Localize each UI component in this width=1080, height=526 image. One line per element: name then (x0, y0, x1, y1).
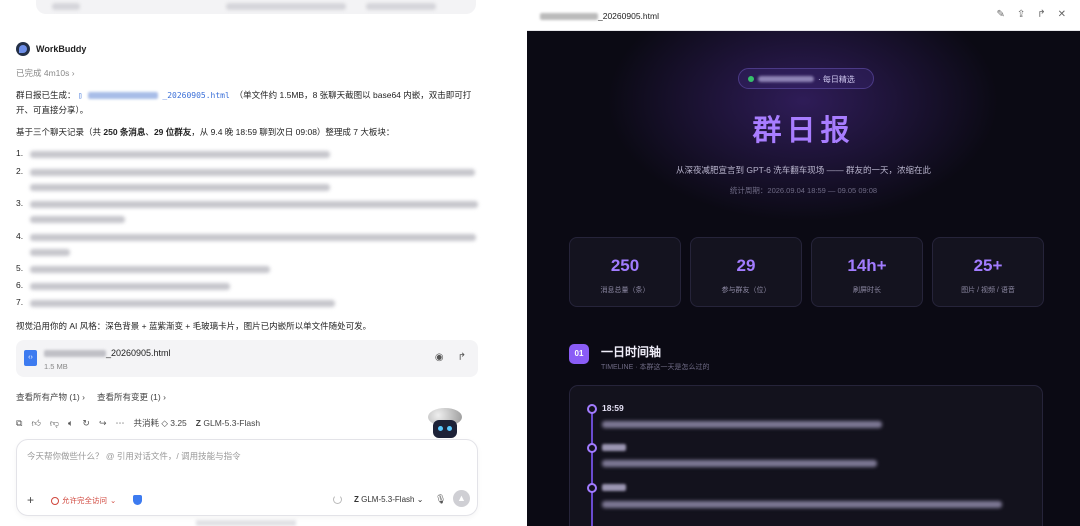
completion-status[interactable]: 已完成 4m10s › (16, 67, 75, 79)
timeline-desc-blurred (602, 501, 1002, 508)
upload-icon[interactable]: ⇪ (1017, 9, 1025, 20)
code-file-icon: ‹› (24, 350, 37, 366)
stat-card-messages: 250 消息总量（条） (569, 237, 681, 307)
redacted-filename (540, 13, 598, 21)
file-card-name: _20260905.html (44, 348, 171, 358)
zhipu-logo-icon: Z (195, 418, 201, 428)
section-title: 一日时间轴 (601, 345, 662, 359)
report-generated-text: 群日报已生成： ▯ _20260905.html （单文件约 1.5MB，8 张… (16, 90, 472, 115)
bot-name: WorkBuddy (36, 44, 87, 54)
thumbs-up-icon[interactable]: 👍︎ (31, 418, 40, 429)
report-period: 统计周期：2026.09.04 18:59 — 09.05 09:08 (729, 186, 878, 195)
preview-filename: _20260905.html (540, 11, 659, 21)
token-cost: 共消耗 ◇ 3.25 (133, 418, 187, 428)
timeline-desc-blurred (602, 460, 877, 467)
close-icon[interactable]: ✕ (1058, 9, 1066, 20)
chevron-right-icon: › (71, 68, 75, 78)
list-item: 3. (16, 198, 478, 223)
timeline-time-blurred (602, 484, 626, 491)
share-icon[interactable]: ↱ (458, 352, 466, 363)
timeline-line (591, 408, 593, 526)
loading-spinner-icon (333, 495, 342, 504)
view-artifacts-link[interactable]: 查看所有产物 (1) › (16, 391, 85, 403)
more-icon[interactable]: ⋯ (115, 418, 124, 429)
stat-card-members: 29 参与群友（位） (690, 237, 802, 307)
file-icon: ▯ (77, 91, 83, 100)
list-item: 4. (16, 231, 476, 256)
list-item: 6. (16, 280, 230, 290)
model-selector[interactable]: Z GLM-5.3-Flash ⌄ (354, 495, 423, 504)
previous-message-blurred (36, 0, 476, 14)
stat-card-media: 25+ 图片 / 视频 / 语音 (932, 237, 1044, 307)
list-item: 2. (16, 166, 475, 191)
shield-icon[interactable] (133, 495, 142, 505)
report-subtitle: 从深夜减肥宣言到 GPT-6 洗车翻车现场 —— 群友的一天，浓缩在此 (675, 165, 931, 175)
thumbs-down-icon[interactable]: 👎︎ (50, 418, 59, 429)
section-subtitle: TIMELINE · 本群这一天是怎么过的 (601, 364, 710, 371)
redacted-filename (44, 350, 106, 358)
edit-icon[interactable]: ✎ (996, 9, 1004, 20)
share-icon[interactable]: ↱ (1037, 9, 1045, 20)
preview-icon[interactable]: ◉ (435, 352, 444, 363)
timeline-card: 18:59 (569, 385, 1043, 526)
stat-card-duration: 14h+ 刷屏时长 (811, 237, 923, 307)
speaker-icon[interactable]: 🔈︎ (68, 418, 73, 429)
send-button[interactable]: ▲ (453, 490, 470, 507)
add-attachment-icon[interactable]: + (27, 493, 34, 507)
summary-text: 基于三个聊天记录（共 250 条消息、29 位群友，从 9.4 晚 18:59 … (16, 127, 395, 137)
chat-input-box[interactable]: 今天帮你做些什么？ @ 引用对话文件，/ 调用技能与指令 + 允许完全访问 ⌄ … (16, 439, 478, 516)
file-card-size: 1.5 MB (44, 362, 68, 371)
timeline-node (587, 443, 597, 453)
redacted-filename (87, 92, 158, 99)
footer-blurred (196, 520, 296, 526)
view-changes-link[interactable]: 查看所有变更 (1) › (97, 391, 166, 403)
chevron-down-icon: ⌄ (110, 496, 117, 505)
section-number-badge: 01 (569, 344, 589, 364)
forward-icon[interactable]: ↪ (99, 418, 107, 429)
report-preview: · 每日精选 群日报 从深夜减肥宣言到 GPT-6 洗车翻车现场 —— 群友的一… (527, 31, 1080, 526)
bot-header: WorkBuddy (16, 42, 86, 56)
preview-header: _20260905.html ✎ ⇪ ↱ ✕ (527, 0, 1080, 31)
refresh-icon[interactable]: ↻ (82, 418, 90, 429)
visual-style-note: 视觉沿用你的 AI 风格：深色背景 + 蓝紫渐变 + 毛玻璃卡片，图片已内嵌所以… (16, 321, 372, 331)
list-item: 1. (16, 148, 330, 158)
timeline-node (587, 404, 597, 414)
mascot-avatar (426, 408, 464, 440)
list-item: 5. (16, 263, 270, 273)
workbuddy-logo-icon (16, 42, 30, 56)
redacted-group-name (758, 76, 814, 82)
preview-pane: _20260905.html ✎ ⇪ ↱ ✕ · 每日精选 群日报 从深夜减肥宣… (527, 0, 1080, 526)
copy-icon[interactable]: ⧉ (16, 418, 22, 429)
timeline-node (587, 483, 597, 493)
chat-input-placeholder[interactable]: 今天帮你做些什么？ @ 引用对话文件，/ 调用技能与指令 (27, 450, 241, 462)
microphone-icon[interactable]: 🎙︎ (435, 494, 446, 505)
group-status-dot (748, 76, 754, 82)
zhipu-logo-icon: Z (354, 495, 359, 504)
message-toolbar: ⧉ 👍︎ 👎︎ 🔈︎ ↻ ↪ ⋯ 共消耗 ◇ 3.25 Z GLM-5.3-Fl… (16, 417, 260, 429)
report-file-link[interactable]: ▯ _20260905.html (78, 91, 235, 100)
model-label: Z GLM-5.3-Flash (195, 418, 261, 428)
full-access-toggle[interactable]: 允许完全访问 ⌄ (51, 495, 116, 506)
warning-circle-icon (51, 496, 59, 505)
list-item: 7. (16, 297, 335, 307)
report-title: 群日报 (752, 115, 855, 147)
generated-file-card[interactable]: ‹› _20260905.html 1.5 MB ◉ ↱ (16, 340, 478, 377)
timeline-desc-blurred (602, 421, 882, 428)
group-pill: · 每日精选 (738, 68, 874, 89)
timeline-time: 18:59 (602, 403, 624, 413)
timeline-time-blurred (602, 444, 626, 451)
chat-pane: WorkBuddy 已完成 4m10s › 群日报已生成： ▯ _2026090… (0, 0, 527, 526)
